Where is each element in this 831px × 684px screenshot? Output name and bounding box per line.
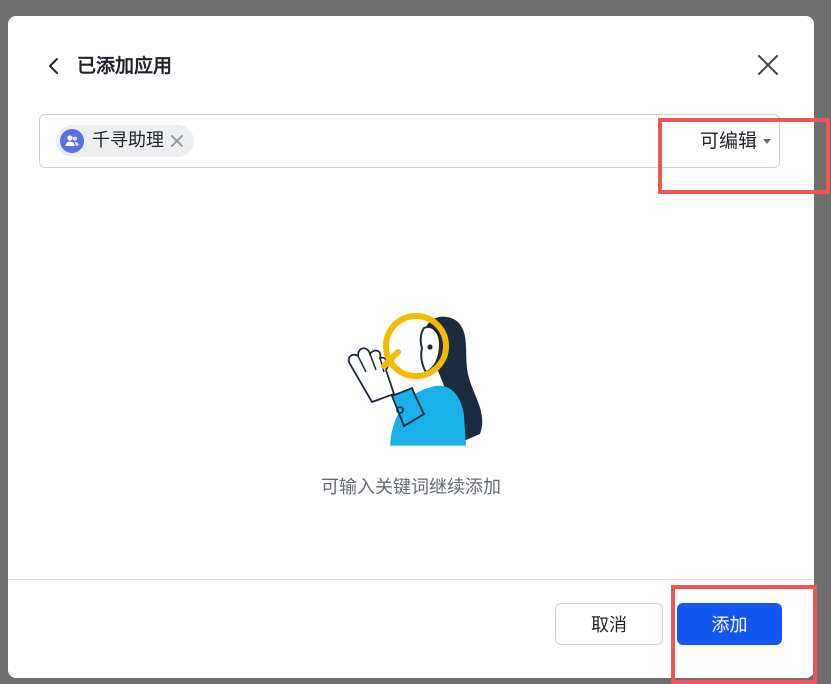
add-button[interactable]: 添加 bbox=[677, 603, 782, 645]
cancel-button[interactable]: 取消 bbox=[555, 603, 663, 645]
back-button[interactable] bbox=[44, 56, 64, 76]
selected-app-tag: 千寻助理 bbox=[56, 125, 194, 157]
permission-dropdown[interactable]: 可编辑 bbox=[700, 127, 771, 155]
close-button[interactable] bbox=[756, 53, 780, 77]
footer-divider bbox=[8, 579, 814, 580]
group-users-icon bbox=[60, 129, 84, 153]
permission-label: 可编辑 bbox=[699, 130, 757, 152]
app-selector[interactable]: 千寻助理 可编辑 bbox=[39, 114, 780, 168]
dialog-title: 已添加应用 bbox=[77, 55, 173, 77]
chevron-left-icon bbox=[49, 58, 58, 74]
close-icon bbox=[758, 55, 778, 75]
magnifier-person-illustration bbox=[347, 313, 483, 447]
close-small-icon bbox=[171, 135, 183, 147]
caret-down-icon bbox=[763, 138, 771, 144]
selected-app-label: 千寻助理 bbox=[92, 130, 164, 151]
empty-state-text: 可输入关键词继续添加 bbox=[321, 477, 501, 498]
tag-remove-button[interactable] bbox=[170, 134, 184, 148]
add-app-dialog: 已添加应用 千寻助理 可编辑 可输入关键词继续添加 取消 添加 bbox=[8, 16, 814, 678]
